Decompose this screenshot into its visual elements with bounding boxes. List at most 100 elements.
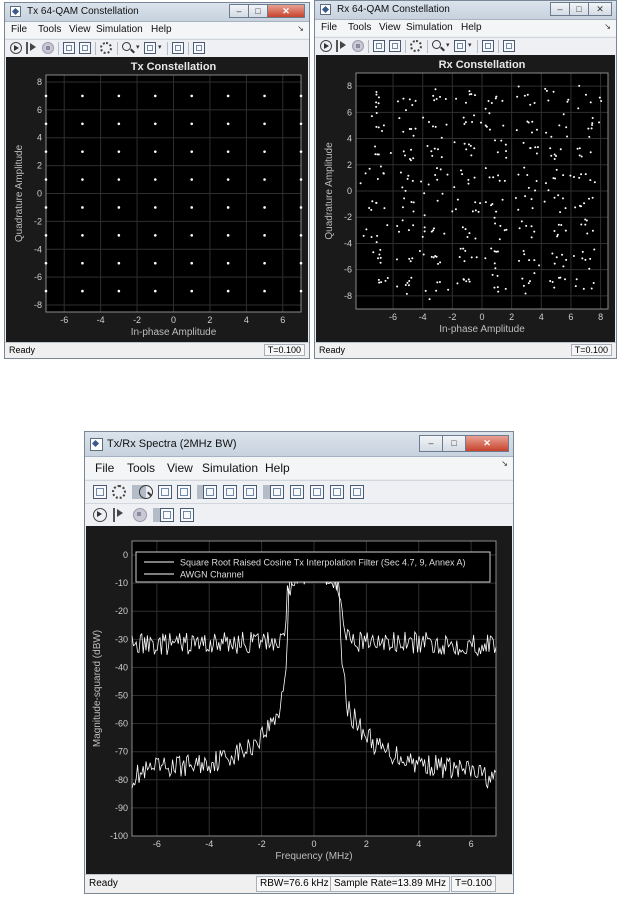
received-point (407, 284, 410, 287)
fit-to-view-icon[interactable] (243, 485, 257, 499)
zoom-in-icon[interactable] (432, 40, 441, 49)
stop-icon[interactable] (42, 42, 54, 54)
received-point (580, 173, 583, 176)
run-icon[interactable] (93, 508, 107, 522)
menu-help[interactable]: Help (461, 22, 482, 33)
print-icon[interactable] (93, 485, 107, 499)
constellation-point (44, 289, 48, 293)
minimize-button[interactable]: – (550, 2, 570, 16)
settings-icon[interactable] (410, 40, 422, 52)
maximize-button[interactable]: □ (569, 2, 589, 16)
minimize-button[interactable]: – (229, 4, 249, 18)
print-icon[interactable] (193, 42, 205, 54)
menu-view[interactable]: View (167, 461, 193, 475)
ccdf-icon[interactable] (350, 485, 364, 499)
close-button[interactable]: ✕ (465, 435, 509, 452)
received-point (473, 114, 476, 117)
x-axis-label: Frequency (MHz) (275, 851, 352, 862)
received-point (522, 141, 525, 144)
highlight-signal-icon[interactable] (63, 42, 75, 54)
menu-tools[interactable]: Tools (348, 22, 371, 33)
chevron-down-icon[interactable]: ▾ (468, 40, 474, 52)
fit-y-icon[interactable] (223, 485, 237, 499)
step-forward-icon[interactable] (336, 40, 348, 52)
received-point (376, 234, 379, 237)
highlight-signal-icon[interactable] (373, 40, 385, 52)
received-point (445, 123, 448, 126)
stop-icon[interactable] (352, 40, 364, 52)
received-point (465, 280, 468, 283)
menu-help[interactable]: Help (151, 24, 172, 35)
maximize-button[interactable]: □ (442, 435, 466, 452)
received-point (589, 151, 592, 154)
data-cursor-icon[interactable] (270, 485, 284, 499)
y-tick-label: 0 (37, 189, 42, 199)
stop-icon[interactable] (133, 508, 147, 522)
peak-finder-icon[interactable] (290, 485, 304, 499)
run-icon[interactable] (320, 40, 332, 52)
chevron-down-icon[interactable]: ▾ (158, 42, 164, 54)
maximize-icon: □ (255, 6, 261, 16)
spectrum-title-bar[interactable]: Tx/Rx Spectra (2MHz BW) – □ ✕ (85, 432, 513, 457)
channel-measure-icon[interactable] (310, 485, 324, 499)
received-point (430, 150, 433, 153)
menu-file[interactable]: File (321, 22, 337, 33)
menu-view[interactable]: View (379, 22, 401, 33)
menu-simulation[interactable]: Simulation (96, 24, 143, 35)
highlight-signal-icon[interactable] (160, 508, 174, 522)
step-forward-icon[interactable] (113, 508, 127, 522)
autoscale-icon[interactable] (482, 40, 494, 52)
step-forward-icon[interactable] (26, 42, 38, 54)
received-point (530, 131, 533, 134)
menu-help[interactable]: Help (265, 461, 290, 475)
maximize-icon: □ (576, 4, 582, 14)
fit-x-icon[interactable] (203, 485, 217, 499)
menu-view[interactable]: View (69, 24, 91, 35)
close-button[interactable]: ✕ (588, 2, 612, 16)
fit-to-view-icon[interactable] (144, 42, 156, 54)
snapshot-icon[interactable] (180, 508, 194, 522)
received-point (456, 282, 459, 285)
fit-to-view-icon[interactable] (454, 40, 466, 52)
menu-collapse-icon[interactable]: ↘ (501, 459, 508, 468)
received-point (468, 93, 471, 96)
maximize-button[interactable]: □ (248, 4, 268, 18)
menu-tools[interactable]: Tools (127, 461, 155, 475)
settings-icon[interactable] (112, 485, 126, 499)
zoom-x-icon[interactable] (158, 485, 172, 499)
received-point (362, 234, 365, 237)
tx-title-bar[interactable]: Tx 64-QAM Constellation – □ ✕ (5, 3, 309, 22)
menu-collapse-icon[interactable]: ↘ (604, 22, 611, 31)
rx-title-bar[interactable]: Rx 64-QAM Constellation – □ ✕ (315, 1, 616, 20)
autoscale-icon[interactable] (172, 42, 184, 54)
received-point (471, 121, 474, 124)
zoom-y-icon[interactable] (177, 485, 191, 499)
menu-file[interactable]: File (11, 24, 27, 35)
close-button[interactable]: ✕ (267, 4, 305, 18)
received-point (484, 107, 487, 110)
menu-tools[interactable]: Tools (38, 24, 61, 35)
menu-collapse-icon[interactable]: ↘ (297, 24, 304, 33)
received-point (422, 253, 425, 256)
received-point (433, 99, 436, 102)
chevron-down-icon[interactable]: ▾ (136, 42, 142, 54)
print-icon[interactable] (503, 40, 515, 52)
minimize-button[interactable]: – (419, 435, 443, 452)
zoom-in-icon[interactable] (139, 485, 153, 499)
menu-file[interactable]: File (95, 461, 114, 475)
menu-simulation[interactable]: Simulation (406, 22, 453, 33)
menu-simulation[interactable]: Simulation (202, 461, 258, 475)
snapshot-icon[interactable] (79, 42, 91, 54)
received-point (459, 247, 462, 250)
received-point (533, 272, 536, 275)
settings-icon[interactable] (100, 42, 112, 54)
zoom-in-icon[interactable] (122, 42, 131, 51)
received-point (473, 176, 476, 179)
run-icon[interactable] (10, 42, 22, 54)
distortion-icon[interactable] (330, 485, 344, 499)
received-point (377, 96, 380, 99)
received-point (464, 101, 467, 104)
snapshot-icon[interactable] (389, 40, 401, 52)
received-point (498, 238, 501, 241)
chevron-down-icon[interactable]: ▾ (446, 40, 452, 52)
